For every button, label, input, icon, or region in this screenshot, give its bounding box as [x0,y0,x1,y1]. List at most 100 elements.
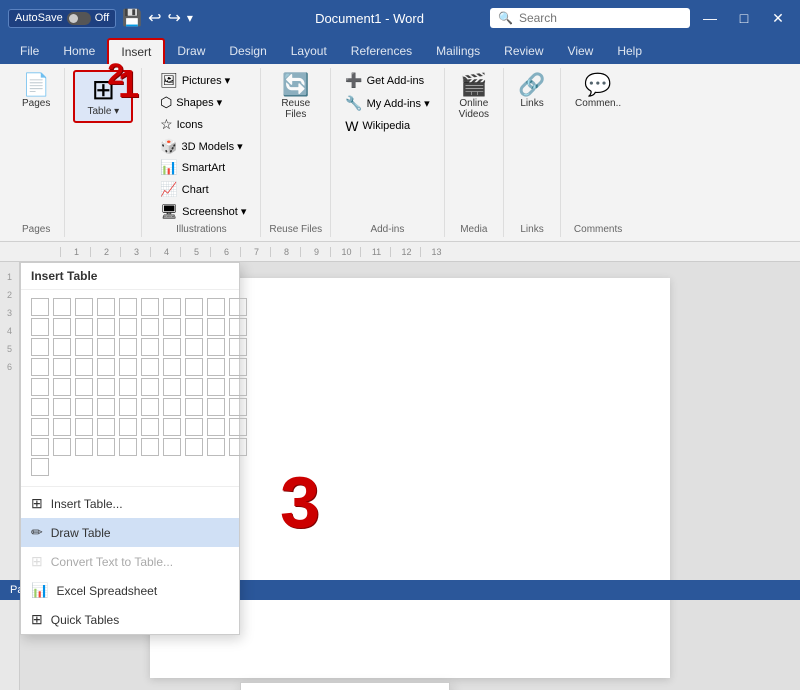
table-grid-cell[interactable] [31,318,49,336]
shapes-button[interactable]: ⬡ Shapes ▾ [154,92,249,113]
table-grid[interactable] [21,290,239,484]
table-grid-cell[interactable] [119,438,137,456]
quick-tables-item[interactable]: ⊞ Quick Tables [21,605,239,634]
table-grid-cell[interactable] [119,418,137,436]
table-grid-cell[interactable] [53,298,71,316]
table-grid-cell[interactable] [163,418,181,436]
table-grid-cell[interactable] [31,338,49,356]
comments-button[interactable]: 💬 Commen.. [569,70,627,113]
autosave-toggle[interactable] [67,12,91,25]
table-grid-cell[interactable] [141,418,159,436]
search-input[interactable] [519,11,669,25]
table-grid-cell[interactable] [75,418,93,436]
table-grid-cell[interactable] [53,418,71,436]
table-grid-cell[interactable] [229,418,247,436]
table-grid-cell[interactable] [53,398,71,416]
table-grid-cell[interactable] [97,318,115,336]
tab-draw[interactable]: Draw [165,38,217,64]
table-grid-cell[interactable] [141,438,159,456]
tab-layout[interactable]: Layout [279,38,339,64]
table-grid-cell[interactable] [163,378,181,396]
table-grid-cell[interactable] [75,358,93,376]
table-grid-cell[interactable] [185,418,203,436]
tab-home[interactable]: Home [51,38,107,64]
table-grid-cell[interactable] [119,398,137,416]
undo-icon[interactable]: ↩ [148,8,161,28]
table-grid-cell[interactable] [229,338,247,356]
close-button[interactable]: ✕ [764,4,792,32]
table-grid-cell[interactable] [97,298,115,316]
table-grid-cell[interactable] [119,338,137,356]
maximize-button[interactable]: □ [730,4,758,32]
wikipedia-button[interactable]: W Wikipedia [339,116,435,136]
table-grid-cell[interactable] [141,398,159,416]
table-grid-cell[interactable] [75,318,93,336]
autosave-badge[interactable]: AutoSave Off [8,9,116,28]
table-grid-cell[interactable] [119,378,137,396]
table-grid-cell[interactable] [53,378,71,396]
table-grid-cell[interactable] [163,338,181,356]
my-addins-button[interactable]: 🔧 My Add-ins ▾ [339,93,435,114]
table-grid-cell[interactable] [31,298,49,316]
tab-help[interactable]: Help [605,38,654,64]
table-grid-cell[interactable] [141,318,159,336]
pages-button[interactable]: 📄 Pages [16,70,56,113]
table-grid-cell[interactable] [207,418,225,436]
table-grid-cell[interactable] [185,358,203,376]
save-icon[interactable]: 💾 [122,8,142,28]
table-grid-cell[interactable] [97,438,115,456]
table-grid-cell[interactable] [185,318,203,336]
tab-mailings[interactable]: Mailings [424,38,492,64]
table-grid-cell[interactable] [75,398,93,416]
table-grid-cell[interactable] [141,378,159,396]
table-grid-cell[interactable] [185,378,203,396]
table-grid-cell[interactable] [31,438,49,456]
table-grid-cell[interactable] [163,318,181,336]
table-grid-cell[interactable] [229,358,247,376]
customize-qat-icon[interactable]: ▾ [187,11,193,25]
reuse-files-button[interactable]: 🔄 ReuseFiles [275,70,316,124]
tab-references[interactable]: References [339,38,424,64]
pictures-button[interactable]: 🖼 Pictures ▾ [154,70,249,91]
table-grid-cell[interactable] [53,338,71,356]
3dmodels-button[interactable]: 🎲 3D Models ▾ [154,136,249,157]
table-grid-cell[interactable] [207,318,225,336]
table-grid-cell[interactable] [229,438,247,456]
table-grid-cell[interactable] [163,438,181,456]
table-grid-cell[interactable] [31,398,49,416]
smartart-button[interactable]: 📊 SmartArt [154,157,252,178]
table-button[interactable]: ⊞ Table ▾ [73,70,133,123]
table-grid-cell[interactable] [163,358,181,376]
table-grid-cell[interactable] [97,398,115,416]
tab-insert[interactable]: Insert [107,38,165,64]
insert-table-item[interactable]: ⊞ Insert Table... [21,489,239,518]
table-grid-cell[interactable] [207,338,225,356]
table-grid-cell[interactable] [75,378,93,396]
search-box[interactable]: 🔍 [490,8,690,28]
table-grid-cell[interactable] [119,358,137,376]
table-grid-cell[interactable] [75,438,93,456]
draw-table-item[interactable]: ✏ Draw Table [21,518,239,547]
table-grid-cell[interactable] [97,358,115,376]
icons-button[interactable]: ☆ Icons [154,114,249,135]
tab-review[interactable]: Review [492,38,555,64]
table-grid-cell[interactable] [53,318,71,336]
table-grid-cell[interactable] [141,338,159,356]
links-button[interactable]: 🔗 Links [512,70,552,113]
table-grid-cell[interactable] [163,398,181,416]
minimize-button[interactable]: — [696,4,724,32]
tab-view[interactable]: View [556,38,606,64]
screenshot-button[interactable]: 🖥 Screenshot ▾ [154,201,252,222]
table-grid-cell[interactable] [185,298,203,316]
table-grid-cell[interactable] [185,338,203,356]
table-grid-cell[interactable] [53,438,71,456]
table-grid-cell[interactable] [97,338,115,356]
table-grid-cell[interactable] [75,298,93,316]
table-grid-cell[interactable] [207,298,225,316]
table-grid-cell[interactable] [31,358,49,376]
online-videos-button[interactable]: 🎬 OnlineVideos [453,70,495,124]
document-area[interactable]: Insert Table [20,262,800,690]
table-grid-cell[interactable] [229,398,247,416]
chart-button[interactable]: 📈 Chart [154,179,252,200]
table-grid-cell[interactable] [185,438,203,456]
